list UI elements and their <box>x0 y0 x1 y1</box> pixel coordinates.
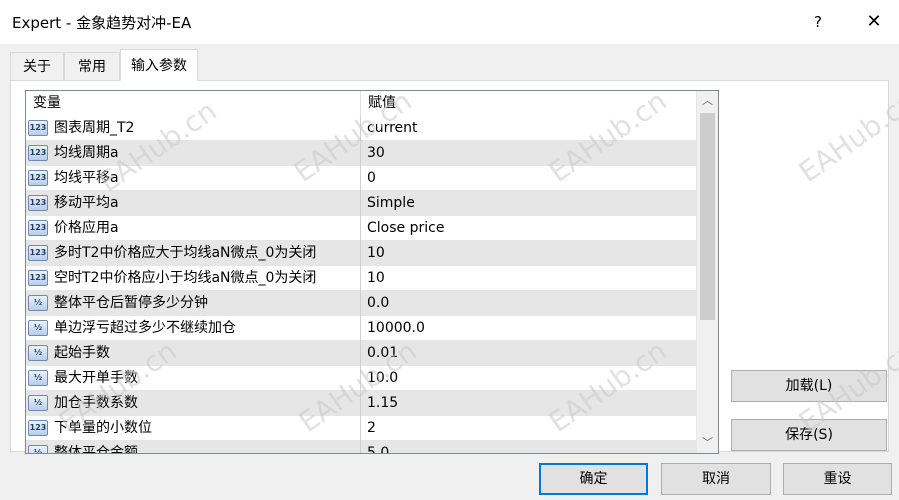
double-icon: ½ <box>28 445 48 453</box>
parameter-value[interactable]: 0.01 <box>367 341 398 366</box>
cell-divider <box>360 391 361 416</box>
parameter-name: 多时T2中价格应大于均线aN微点_0为关闭 <box>54 245 317 261</box>
close-button[interactable]: ✕ <box>858 6 890 38</box>
parameter-value[interactable]: Close price <box>367 216 444 241</box>
parameter-row[interactable]: ½ 加仓手数系数 1.15 <box>26 391 696 416</box>
parameter-value[interactable]: 0.0 <box>367 291 389 316</box>
cell-divider <box>360 141 361 166</box>
parameter-row[interactable]: 123 图表周期_T2 current <box>26 116 696 141</box>
parameter-value[interactable]: 10 <box>367 241 385 266</box>
parameter-name: 加仓手数系数 <box>54 395 138 411</box>
cell-divider <box>360 216 361 241</box>
parameter-row[interactable]: 123 下单量的小数位 2 <box>26 416 696 441</box>
parameter-row[interactable]: ½ 单边浮亏超过多少不继续加仓 10000.0 <box>26 316 696 341</box>
double-icon: ½ <box>28 345 48 361</box>
integer-icon: 123 <box>28 170 48 186</box>
parameter-value[interactable]: Simple <box>367 191 415 216</box>
parameter-name: 移动平均a <box>54 195 119 211</box>
parameter-value[interactable]: 2 <box>367 416 376 441</box>
parameter-name: 下单量的小数位 <box>54 420 152 436</box>
parameter-value[interactable]: 0 <box>367 166 376 191</box>
title-bar: Expert - 金象趋势对冲-EA ? ✕ <box>0 0 899 44</box>
column-header-variable[interactable]: 变量 <box>26 91 360 116</box>
parameter-row[interactable]: 123 移动平均a Simple <box>26 191 696 216</box>
cell-divider <box>360 291 361 316</box>
ok-button[interactable]: 确定 <box>539 463 648 495</box>
parameter-name: 均线平移a <box>54 170 119 186</box>
save-button[interactable]: 保存(S) <box>731 419 887 451</box>
column-header-value[interactable]: 赋值 <box>361 91 691 116</box>
list-header: 变量 赋值 <box>26 91 696 116</box>
vertical-scrollbar[interactable]: ︿ ﹀ <box>696 91 718 453</box>
double-icon: ½ <box>28 295 48 311</box>
parameter-row[interactable]: 123 价格应用a Close price <box>26 216 696 241</box>
parameter-row[interactable]: ½ 整体平仓金额 5.0 <box>26 441 696 454</box>
integer-icon: 123 <box>28 195 48 211</box>
scroll-down-icon[interactable]: ﹀ <box>697 434 718 452</box>
cell-divider <box>360 416 361 441</box>
parameter-name: 整体平仓金额 <box>54 445 138 454</box>
parameter-name: 空时T2中价格应小于均线aN微点_0为关闭 <box>54 270 317 286</box>
parameter-row[interactable]: 123 均线周期a 30 <box>26 141 696 166</box>
parameter-rows: 123 图表周期_T2 current 123 均线周期a 30 123 均线平… <box>26 116 696 454</box>
parameter-name: 均线周期a <box>54 145 119 161</box>
parameter-name: 单边浮亏超过多少不继续加仓 <box>54 320 236 336</box>
load-button[interactable]: 加载(L) <box>731 370 887 402</box>
cell-divider <box>360 366 361 391</box>
cell-divider <box>360 166 361 191</box>
parameter-row[interactable]: 123 均线平移a 0 <box>26 166 696 191</box>
double-icon: ½ <box>28 320 48 336</box>
parameter-row[interactable]: ½ 整体平仓后暂停多少分钟 0.0 <box>26 291 696 316</box>
integer-icon: 123 <box>28 120 48 136</box>
parameters-list[interactable]: 变量 赋值 123 图表周期_T2 current 123 均线周期a 30 1… <box>25 90 719 454</box>
parameter-row[interactable]: ½ 最大开单手数 10.0 <box>26 366 696 391</box>
cell-divider <box>360 191 361 216</box>
parameter-value[interactable]: 1.15 <box>367 391 398 416</box>
cell-divider <box>360 266 361 291</box>
tab-common[interactable]: 常用 <box>64 52 120 80</box>
scroll-thumb[interactable] <box>700 113 715 320</box>
cell-divider <box>360 316 361 341</box>
integer-icon: 123 <box>28 145 48 161</box>
double-icon: ½ <box>28 395 48 411</box>
integer-icon: 123 <box>28 270 48 286</box>
parameter-value[interactable]: 5.0 <box>367 441 389 453</box>
parameter-value[interactable]: 10.0 <box>367 366 398 391</box>
parameter-value[interactable]: 10000.0 <box>367 316 425 341</box>
parameter-row[interactable]: 123 空时T2中价格应小于均线aN微点_0为关闭 10 <box>26 266 696 291</box>
parameter-row[interactable]: 123 多时T2中价格应大于均线aN微点_0为关闭 10 <box>26 241 696 266</box>
integer-icon: 123 <box>28 220 48 236</box>
reset-button[interactable]: 重设 <box>783 463 892 495</box>
parameter-name: 价格应用a <box>54 220 119 236</box>
cell-divider <box>360 241 361 266</box>
parameter-name: 最大开单手数 <box>54 370 138 386</box>
scroll-up-icon[interactable]: ︿ <box>697 92 718 110</box>
parameter-name: 图表周期_T2 <box>54 120 135 136</box>
cell-divider <box>360 116 361 141</box>
cell-divider <box>360 441 361 453</box>
cell-divider <box>360 341 361 366</box>
parameter-value[interactable]: 30 <box>367 141 385 166</box>
parameter-value[interactable]: 10 <box>367 266 385 291</box>
tab-input-parameters[interactable]: 输入参数 <box>120 49 198 81</box>
parameter-name: 起始手数 <box>54 345 110 361</box>
integer-icon: 123 <box>28 245 48 261</box>
parameter-row[interactable]: ½ 起始手数 0.01 <box>26 341 696 366</box>
cancel-button[interactable]: 取消 <box>661 463 771 495</box>
parameter-value[interactable]: current <box>367 116 418 141</box>
tab-about[interactable]: 关于 <box>10 52 64 80</box>
window-title: Expert - 金象趋势对冲-EA <box>12 14 192 32</box>
double-icon: ½ <box>28 370 48 386</box>
help-button[interactable]: ? <box>805 6 831 38</box>
integer-icon: 123 <box>28 420 48 436</box>
parameter-name: 整体平仓后暂停多少分钟 <box>54 295 208 311</box>
